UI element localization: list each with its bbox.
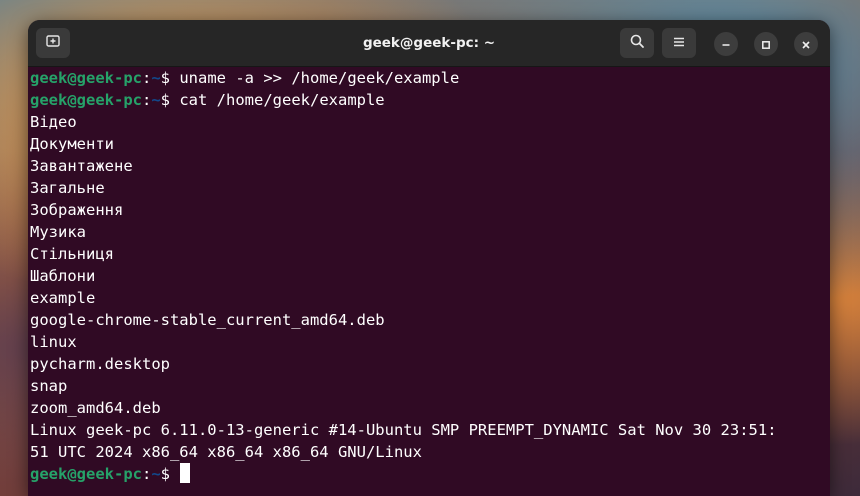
output-line: Музика	[30, 223, 86, 241]
output-line: Документи	[30, 135, 114, 153]
prompt-path: ~	[151, 91, 161, 109]
prompt-user: geek@geek-pc	[30, 91, 142, 109]
terminal-window: geek@geek-pc: ~ geek@geek-pc:~$ uname -a…	[28, 20, 830, 496]
prompt-user: geek@geek-pc	[30, 69, 142, 87]
output-line: Загальне	[30, 179, 105, 197]
new-tab-button[interactable]	[36, 28, 70, 58]
prompt-symbol: $	[160, 91, 180, 109]
maximize-button[interactable]	[754, 32, 778, 56]
search-icon	[629, 33, 645, 53]
prompt-colon: :	[141, 465, 152, 483]
prompt-path: ~	[151, 69, 161, 87]
output-line: Зображення	[30, 201, 124, 219]
output-line: google-chrome-stable_current_amd64.deb	[30, 311, 385, 329]
command-text: uname -a >> /home/geek/example	[179, 69, 460, 87]
output-line: pycharm.desktop	[30, 355, 170, 373]
maximize-icon	[761, 35, 771, 54]
minimize-icon	[721, 35, 731, 54]
terminal-output-area[interactable]: geek@geek-pc:~$ uname -a >> /home/geek/e…	[28, 67, 830, 496]
close-icon	[801, 35, 811, 54]
output-line: Шаблони	[30, 267, 96, 285]
output-line: Відео	[30, 113, 77, 131]
prompt-path: ~	[151, 465, 161, 483]
prompt-symbol: $	[160, 465, 180, 483]
prompt-symbol: $	[160, 69, 180, 87]
search-button[interactable]	[620, 28, 654, 58]
command-text: cat /home/geek/example	[179, 91, 385, 109]
command-line: geek@geek-pc:~$ cat /home/geek/example	[30, 89, 830, 111]
output-line: snap	[30, 377, 68, 395]
window-titlebar[interactable]: geek@geek-pc: ~	[28, 20, 830, 67]
minimize-button[interactable]	[714, 32, 738, 56]
hamburger-menu-icon	[672, 34, 686, 53]
output-line: example	[30, 289, 96, 307]
output-line: Завантажене	[30, 157, 133, 175]
prompt-colon: :	[141, 69, 152, 87]
current-prompt-line[interactable]: geek@geek-pc:~$	[30, 463, 830, 485]
window-title: geek@geek-pc: ~	[362, 35, 496, 51]
output-line: Стільниця	[30, 245, 114, 263]
close-button[interactable]	[794, 32, 818, 56]
prompt-user: geek@geek-pc	[30, 465, 142, 483]
menu-button[interactable]	[662, 28, 696, 58]
command-line: geek@geek-pc:~$ uname -a >> /home/geek/e…	[30, 67, 830, 89]
output-line: Linux geek-pc 6.11.0-13-generic #14-Ubun…	[30, 421, 777, 439]
text-cursor	[180, 463, 191, 483]
new-tab-icon	[45, 33, 61, 53]
output-line: linux	[30, 333, 77, 351]
prompt-colon: :	[141, 91, 152, 109]
output-line: zoom_amd64.deb	[30, 399, 161, 417]
output-line: 51 UTC 2024 x86_64 x86_64 x86_64 GNU/Lin…	[30, 443, 422, 461]
